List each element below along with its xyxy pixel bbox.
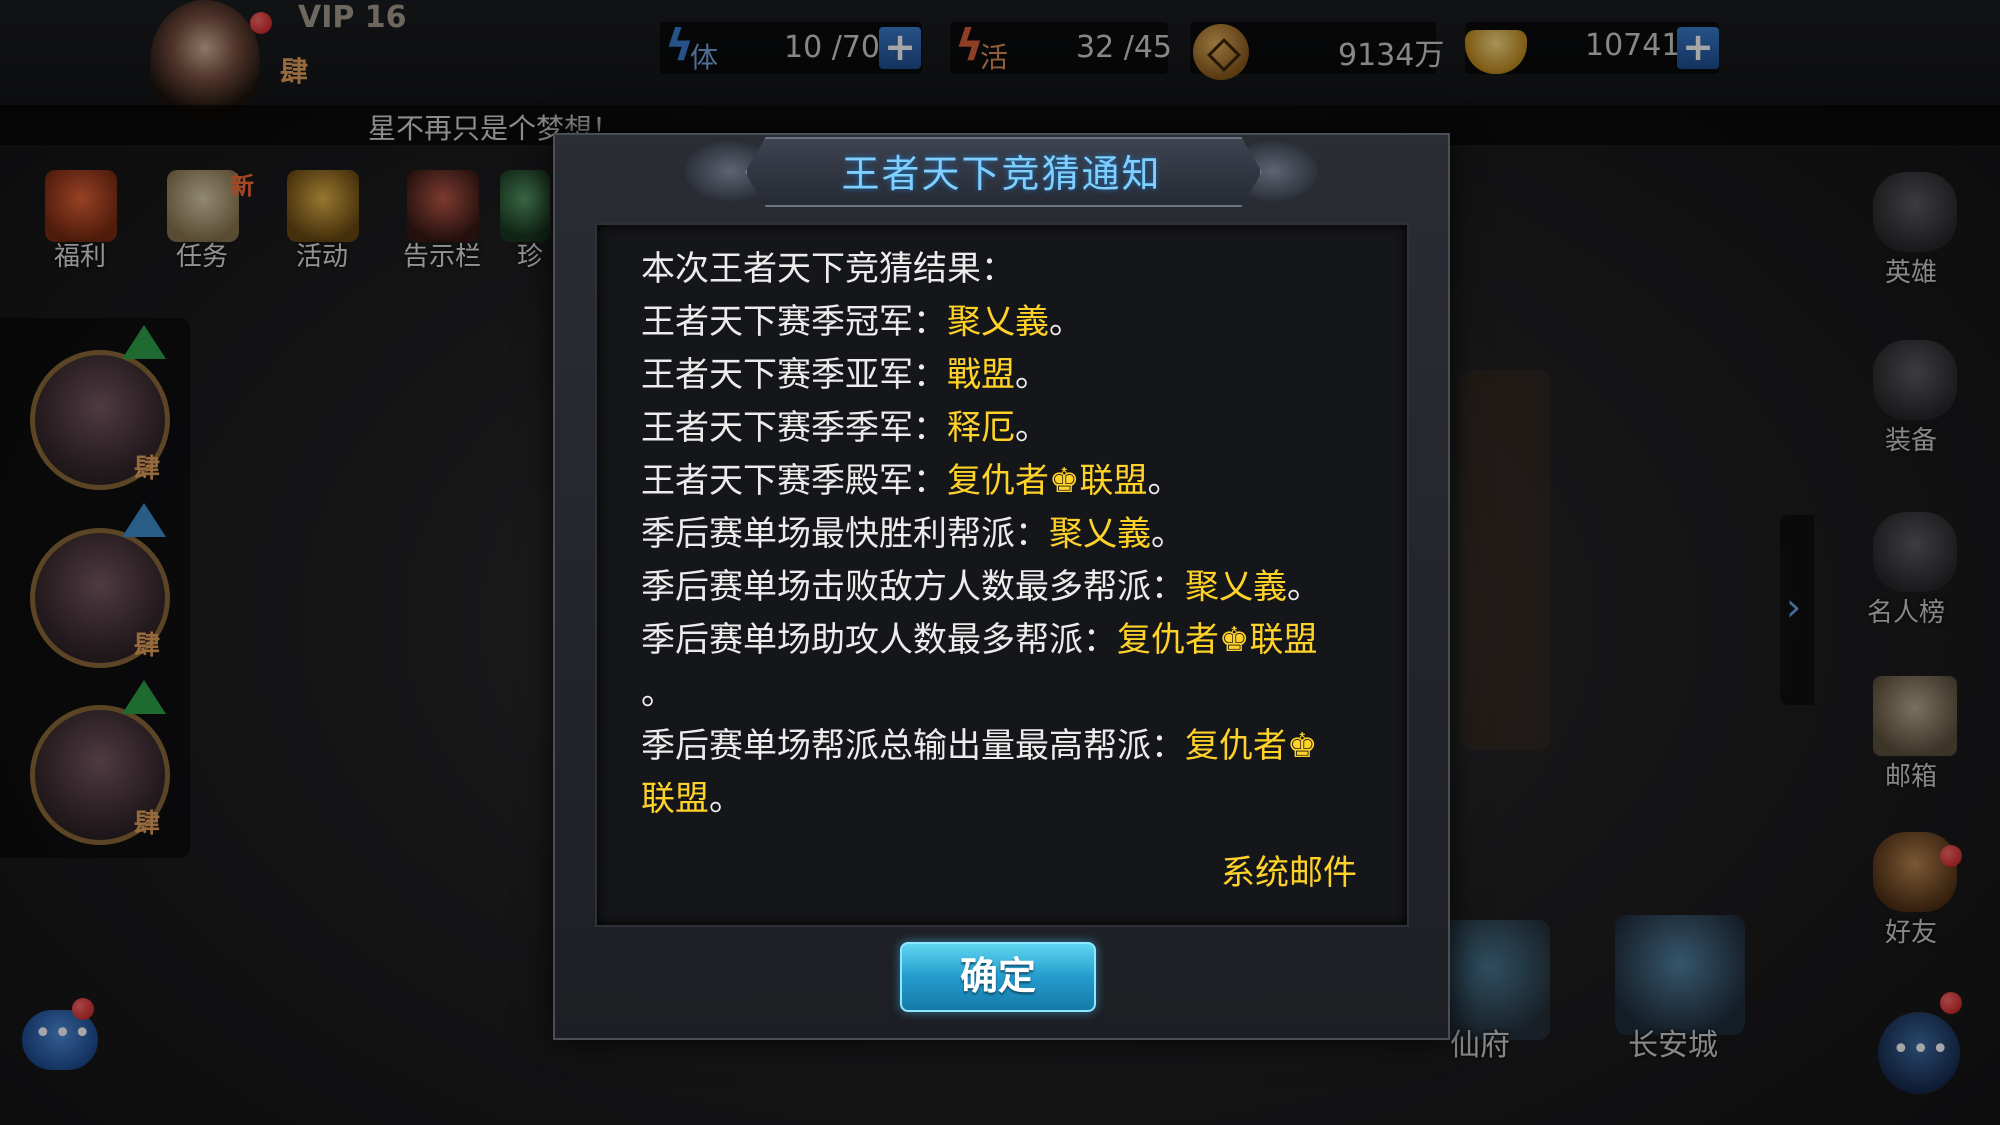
- message-line: 王者天下赛季殿军：复仇者♚联盟。: [641, 461, 1182, 501]
- confirm-button[interactable]: 确定: [900, 942, 1096, 1012]
- message-line: 季后赛单场助攻人数最多帮派：复仇者♚联盟: [641, 620, 1318, 660]
- message-body: 本次王者天下竞猜结果： 王者天下赛季冠军：聚乂義。 王者天下赛季亚军：戰盟。 王…: [595, 223, 1409, 927]
- dialog-title: 王者天下竞猜通知: [841, 152, 1162, 196]
- system-mail-signature: 系统邮件: [1221, 853, 1357, 893]
- message-line: 季后赛单场击败敌方人数最多帮派：聚乂義。: [641, 567, 1321, 607]
- message-line: 王者天下赛季季军：释厄。: [641, 408, 1049, 448]
- dialog-title-plate: 王者天下竞猜通知: [685, 131, 1318, 209]
- message-line: 季后赛单场帮派总输出量最高帮派：复仇者♚: [641, 726, 1318, 766]
- message-line: 季后赛单场最快胜利帮派：聚乂義。: [641, 514, 1185, 554]
- message-line: 王者天下赛季冠军：聚乂義。: [641, 302, 1083, 342]
- message-line: 联盟。: [641, 779, 743, 819]
- message-line: 王者天下赛季亚军：戰盟。: [641, 355, 1049, 395]
- message-line: 本次王者天下竞猜结果：: [641, 249, 1015, 289]
- message-line: 。: [641, 673, 675, 713]
- notification-dialog: 王者天下竞猜通知 本次王者天下竞猜结果： 王者天下赛季冠军：聚乂義。 王者天下赛…: [553, 133, 1450, 1040]
